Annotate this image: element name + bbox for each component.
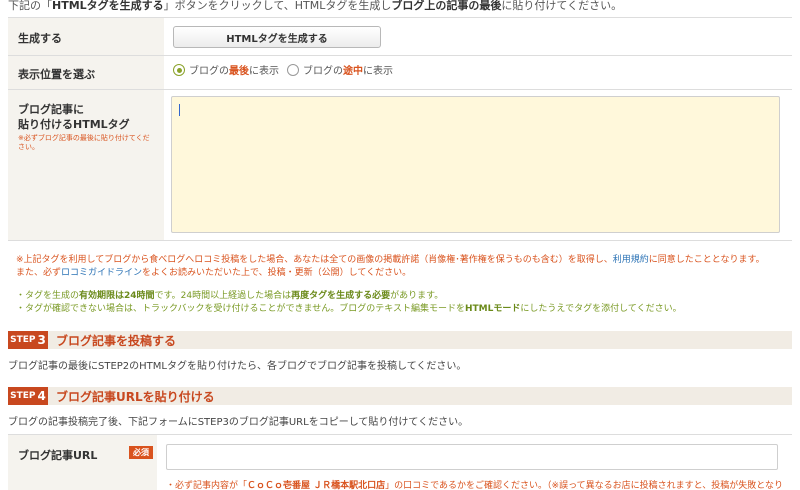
step3-badge: STEP 3 (8, 331, 48, 349)
step3-description: ブログ記事の最後にSTEP2のHTMLタグを貼り付けたら、各ブログでブログ記事を… (8, 361, 467, 372)
position-row: 表示位置を選ぶ ブログの 最後 に表示 ブログの 途中 に表示 (8, 56, 792, 90)
step3-title: ブログ記事を投稿する (56, 333, 177, 348)
blog-url-input[interactable] (165, 444, 778, 470)
step4-description: ブログの記事投稿完了後、下記フォームにSTEP3のブログ記事URLをコピーして貼… (8, 417, 469, 428)
url-label: ブログ記事URL 必須 (8, 435, 157, 490)
radio-unselected-icon[interactable] (287, 63, 299, 76)
url-note: ・必ず記事内容が「ＣｏＣｏ壱番屋 ＪＲ橋本駅北口店」の口コミであるかをご確認くだ… (165, 481, 783, 490)
radio-selected-icon[interactable] (173, 63, 185, 76)
generate-row: 生成する HTMLタグを生成する (8, 18, 792, 56)
html-tag-note: ※必ずブログ記事の最後に貼り付けてください。 (18, 134, 150, 151)
position-option-middle[interactable]: ブログの 途中 に表示 (287, 62, 393, 77)
html-tag-row: ブログ記事に 貼り付けるHTMLタグ ※必ずブログ記事の最後に貼り付けてください… (8, 90, 792, 241)
generate-label: 生成する (8, 18, 164, 55)
position-option-end[interactable]: ブログの 最後 に表示 (173, 62, 279, 77)
html-tag-textarea[interactable] (171, 96, 780, 233)
html-tag-label: ブログ記事に 貼り付けるHTMLタグ ※必ずブログ記事の最後に貼り付けてください… (8, 90, 164, 240)
step4-badge: STEP 4 (8, 387, 48, 405)
generate-html-tag-button[interactable]: HTMLタグを生成する (173, 26, 381, 48)
url-form: ブログ記事URL 必須 ・必ず記事内容が「ＣｏＣｏ壱番屋 ＪＲ橋本駅北口店」の口… (8, 434, 792, 490)
step4-header: STEP 4 ブログ記事URLを貼り付ける (8, 387, 792, 405)
review-guideline-link[interactable]: ロコミガイドライン (61, 268, 142, 278)
step4-title: ブログ記事URLを貼り付ける (56, 389, 215, 404)
step3-header: STEP 3 ブログ記事を投稿する (8, 331, 792, 349)
required-badge: 必須 (128, 446, 153, 459)
terms-notes: ※上記タグを利用してブログから食べログへロコミ投稿をした場合、あなたは全ての画像… (16, 255, 765, 314)
tag-form: 生成する HTMLタグを生成する 表示位置を選ぶ ブログの 最後 に表示 ブログの途… (8, 17, 792, 241)
position-label: 表示位置を選ぶ (8, 56, 164, 89)
text-caret (179, 104, 180, 116)
terms-of-use-link[interactable]: 利用規約 (613, 255, 649, 265)
top-instruction: 下記の「HTMLタグを生成する」ボタンをクリックして、HTMLタグを生成しブログ… (8, 0, 623, 12)
